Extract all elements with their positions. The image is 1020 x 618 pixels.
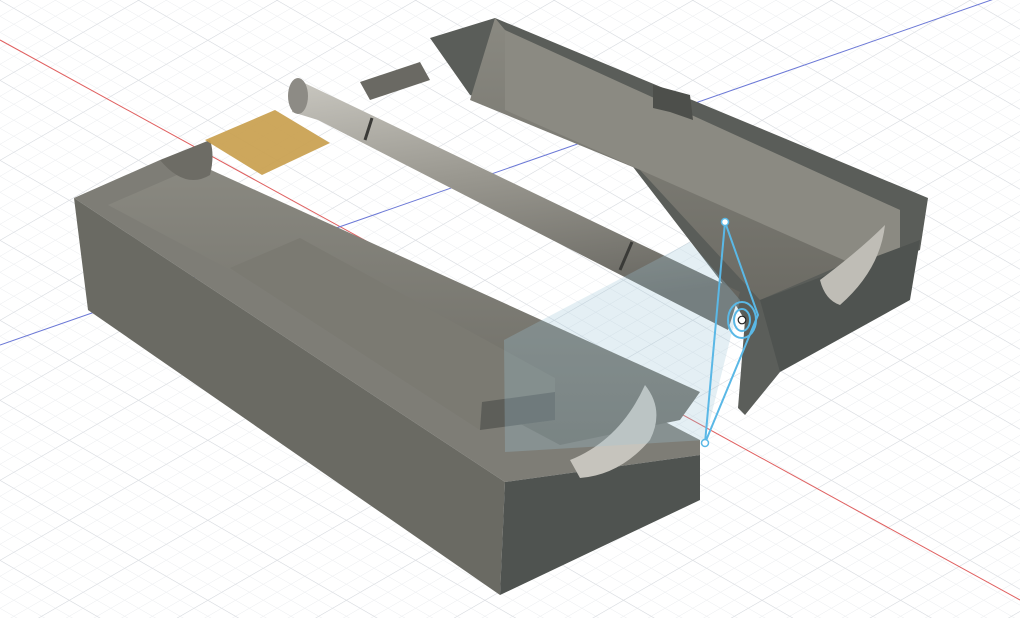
cad-viewport[interactable] bbox=[0, 0, 1020, 618]
joint-top-point[interactable] bbox=[720, 217, 730, 227]
model-canvas[interactable] bbox=[0, 0, 1020, 618]
joint-bottom-point[interactable] bbox=[700, 438, 710, 448]
rod-end-cap bbox=[288, 78, 308, 114]
joint-origin-point[interactable] bbox=[737, 315, 747, 325]
